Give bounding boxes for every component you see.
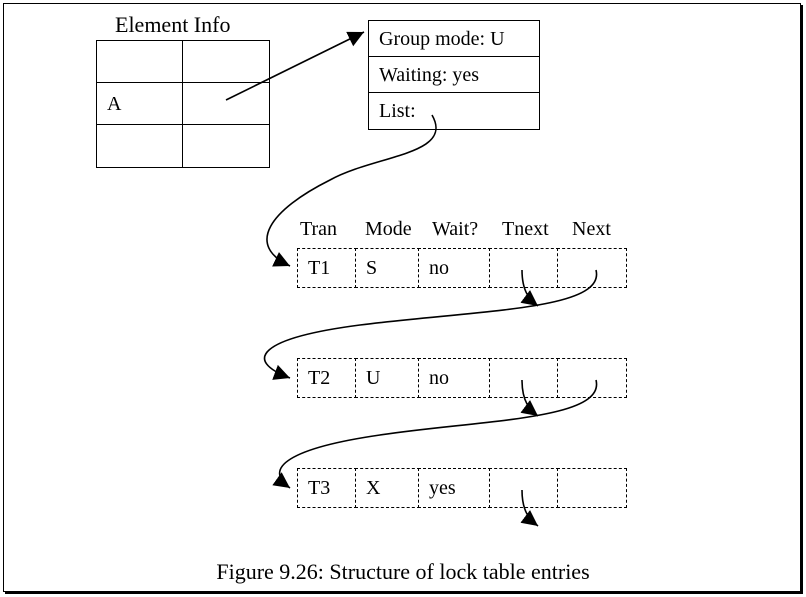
pointer-arrows (0, 0, 806, 597)
figure-caption: Figure 9.26: Structure of lock table ent… (0, 559, 806, 585)
